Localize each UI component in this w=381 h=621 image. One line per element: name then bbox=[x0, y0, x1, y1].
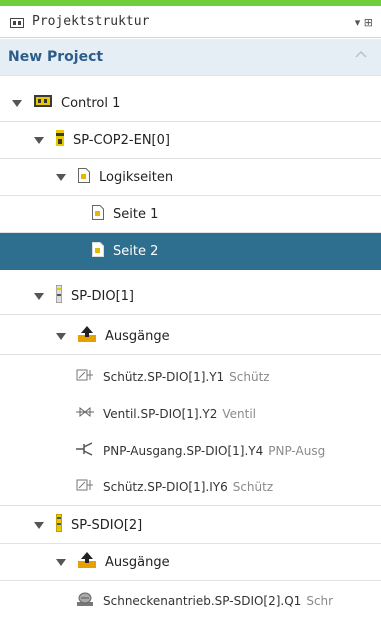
tree-item-label: Schneckenantrieb.SP-SDIO[2].Q1 bbox=[103, 593, 302, 608]
tree-item-label: Ventil.SP-DIO[1].Y2 bbox=[103, 406, 218, 421]
tree-item-schuetz-iy6[interactable]: Schütz.SP-DIO[1].IY6 Schütz bbox=[0, 469, 381, 506]
tree-item-sublabel: Ventil bbox=[222, 406, 257, 421]
tree-item-label: SP-SDIO[2] bbox=[71, 517, 143, 533]
project-tree-icon bbox=[10, 17, 24, 28]
project-header[interactable]: New Project bbox=[0, 39, 381, 76]
controller-icon bbox=[34, 94, 52, 112]
valve-icon bbox=[76, 405, 94, 423]
expand-arrow-icon[interactable] bbox=[12, 99, 22, 107]
page-icon bbox=[92, 204, 104, 224]
tree-item-sp-cop2-en[interactable]: SP-COP2-EN[0] bbox=[0, 122, 381, 159]
tree-item-sublabel: Schütz bbox=[232, 480, 274, 494]
tree-item-sublabel: Schütz bbox=[229, 369, 270, 384]
chevron-up-icon[interactable] bbox=[355, 49, 367, 61]
expand-arrow-icon[interactable] bbox=[56, 332, 66, 340]
tree-item-sublabel: PNP-Ausg bbox=[268, 443, 326, 458]
contactor-icon bbox=[76, 478, 94, 496]
io-module-icon bbox=[55, 284, 63, 307]
tree-item-label: Schütz.SP-DIO[1].Y1 bbox=[103, 369, 225, 384]
module-icon bbox=[56, 130, 64, 150]
panel-pin-button[interactable]: ▾ ⊞ bbox=[355, 6, 373, 38]
logic-page-folder-icon bbox=[78, 167, 90, 187]
tree-item-sp-sdio-2[interactable]: SP-SDIO[2] bbox=[0, 507, 381, 544]
tree-item-label: Control 1 bbox=[61, 95, 121, 111]
tree-item-pnp-ausgang-y4[interactable]: PNP-Ausgang.SP-DIO[1].Y4 PNP-Ausg bbox=[0, 432, 381, 469]
tree-item-label: Ausgänge bbox=[105, 328, 170, 344]
motor-icon bbox=[76, 591, 94, 611]
expand-arrow-icon[interactable] bbox=[34, 521, 44, 529]
tree-item-logikseiten[interactable]: Logikseiten bbox=[0, 159, 381, 196]
tree-item-sublabel: Schr bbox=[306, 593, 334, 608]
tree-item-label: Seite 2 bbox=[113, 243, 159, 259]
expand-arrow-icon[interactable] bbox=[56, 173, 66, 181]
tree-item-label: SP-COP2-EN[0] bbox=[73, 132, 170, 148]
tree-item-label: Schütz.SP-DIO[1].IY6 bbox=[103, 480, 228, 494]
tree-item-ausgaenge-2[interactable]: Ausgänge bbox=[0, 544, 381, 581]
outputs-icon bbox=[78, 552, 96, 572]
expand-arrow-icon[interactable] bbox=[34, 136, 44, 144]
pnp-output-icon bbox=[76, 441, 94, 460]
tree-item-schuetz-y1[interactable]: Schütz.SP-DIO[1].Y1 Schütz bbox=[0, 358, 381, 395]
tree-item-seite-1[interactable]: Seite 1 bbox=[0, 196, 381, 233]
expand-arrow-icon[interactable] bbox=[56, 558, 66, 566]
tree-item-ausgaenge-1[interactable]: Ausgänge bbox=[0, 318, 381, 355]
tree-item-sp-dio-1[interactable]: SP-DIO[1] bbox=[0, 278, 381, 315]
tree-item-ventil-y2[interactable]: Ventil.SP-DIO[1].Y2 Ventil bbox=[0, 395, 381, 432]
outputs-icon bbox=[78, 326, 96, 346]
project-title: New Project bbox=[8, 49, 104, 65]
panel-header: Projektstruktur ▾ ⊞ bbox=[0, 6, 381, 38]
tree-item-control-1[interactable]: Control 1 bbox=[0, 85, 381, 122]
tree-item-label: SP-DIO[1] bbox=[71, 288, 134, 304]
page-icon bbox=[92, 241, 104, 261]
tree-item-label: Ausgänge bbox=[105, 554, 170, 570]
expand-arrow-icon[interactable] bbox=[34, 292, 44, 300]
tree-item-schneckenantrieb-q1[interactable]: Schneckenantrieb.SP-SDIO[2].Q1 Schr bbox=[0, 582, 381, 619]
tree-item-seite-2[interactable]: Seite 2 bbox=[0, 233, 381, 270]
panel-title: Projektstruktur bbox=[32, 14, 150, 29]
tree-item-label: PNP-Ausgang.SP-DIO[1].Y4 bbox=[103, 443, 264, 458]
contactor-icon bbox=[76, 368, 94, 386]
tree-item-label: Seite 1 bbox=[113, 206, 159, 222]
tree-item-label: Logikseiten bbox=[99, 169, 174, 185]
io-module-icon bbox=[55, 513, 63, 536]
